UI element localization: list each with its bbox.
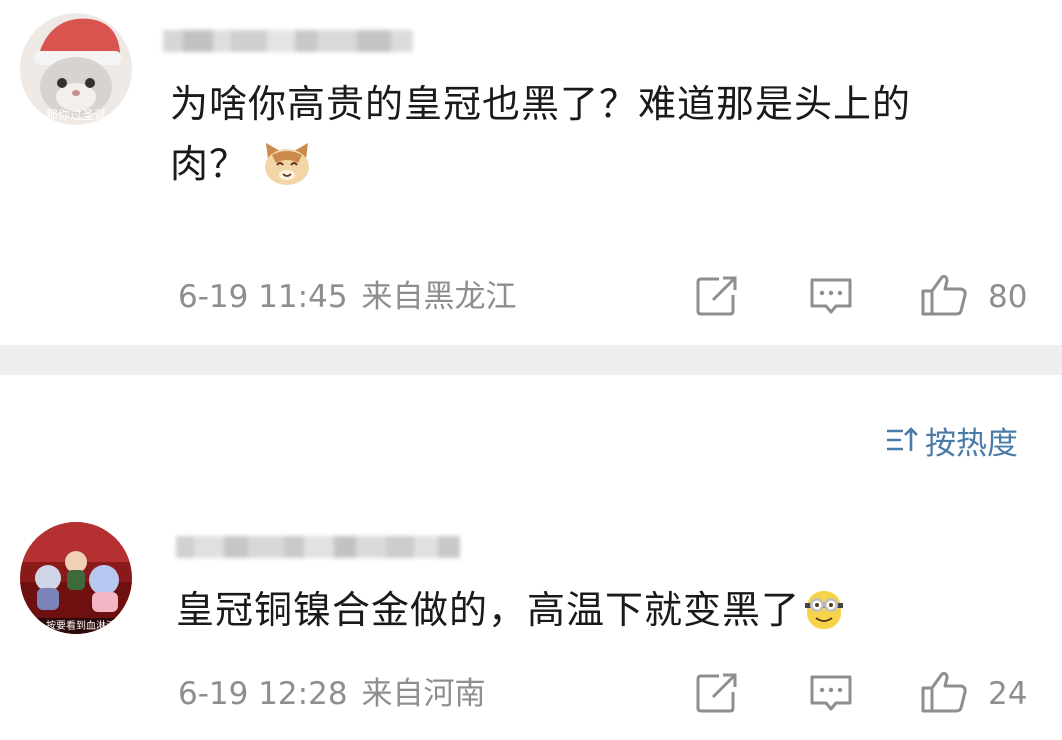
comment-text: 为啥你高贵的皇冠也黑了？难道那是头上的 肉？ — [170, 74, 1040, 194]
like-count: 80 — [988, 279, 1028, 315]
sort-by-heat-button[interactable]: 按热度 — [885, 420, 1018, 462]
location: 来自黑龙江 — [361, 279, 517, 315]
comment-icon[interactable] — [808, 673, 854, 717]
sort-label: 按热度 — [925, 425, 1018, 462]
avatar-caption: …按要看到血淋漓 — [36, 619, 116, 632]
comment-text-line: 为啥你高贵的皇冠也黑了？难道那是头上的 — [170, 82, 912, 126]
like-icon[interactable] — [920, 273, 968, 321]
share-icon[interactable] — [695, 275, 739, 321]
like-icon[interactable] — [920, 670, 968, 718]
sort-arrow-icon — [887, 427, 918, 451]
avatar[interactable]: …按要看到血淋漓 — [20, 522, 132, 634]
avatar-caption: 那你过圣诞 — [46, 108, 106, 122]
cat-face-emoji-icon — [265, 143, 310, 185]
username-blurred[interactable] — [163, 30, 413, 52]
timestamp: 6-19 11:45 — [178, 279, 348, 315]
location: 来自河南 — [361, 676, 486, 712]
comment-text: 皇冠铜镍合金做的，高温下就变黑了 — [176, 580, 846, 640]
timestamp: 6-19 12:28 — [178, 676, 348, 712]
comment-meta: 6-19 12:28 来自河南 — [178, 672, 486, 716]
comment-icon[interactable] — [808, 276, 854, 320]
avatar[interactable]: 那你过圣诞 — [20, 13, 132, 125]
comment-meta: 6-19 11:45 来自黑龙江 — [178, 275, 517, 319]
minion-emoji-icon — [805, 591, 844, 629]
anime-group-avatar-icon: …按要看到血淋漓 — [20, 522, 132, 634]
share-icon[interactable] — [695, 672, 739, 718]
comment-text-line: 皇冠铜镍合金做的，高温下就变黑了 — [176, 588, 801, 632]
comment-text-line: 肉？ — [170, 142, 249, 186]
cat-santa-hat-avatar-icon: 那你过圣诞 — [20, 13, 132, 125]
section-divider — [0, 345, 1062, 375]
like-count: 24 — [988, 676, 1028, 712]
username-blurred[interactable] — [176, 536, 460, 558]
